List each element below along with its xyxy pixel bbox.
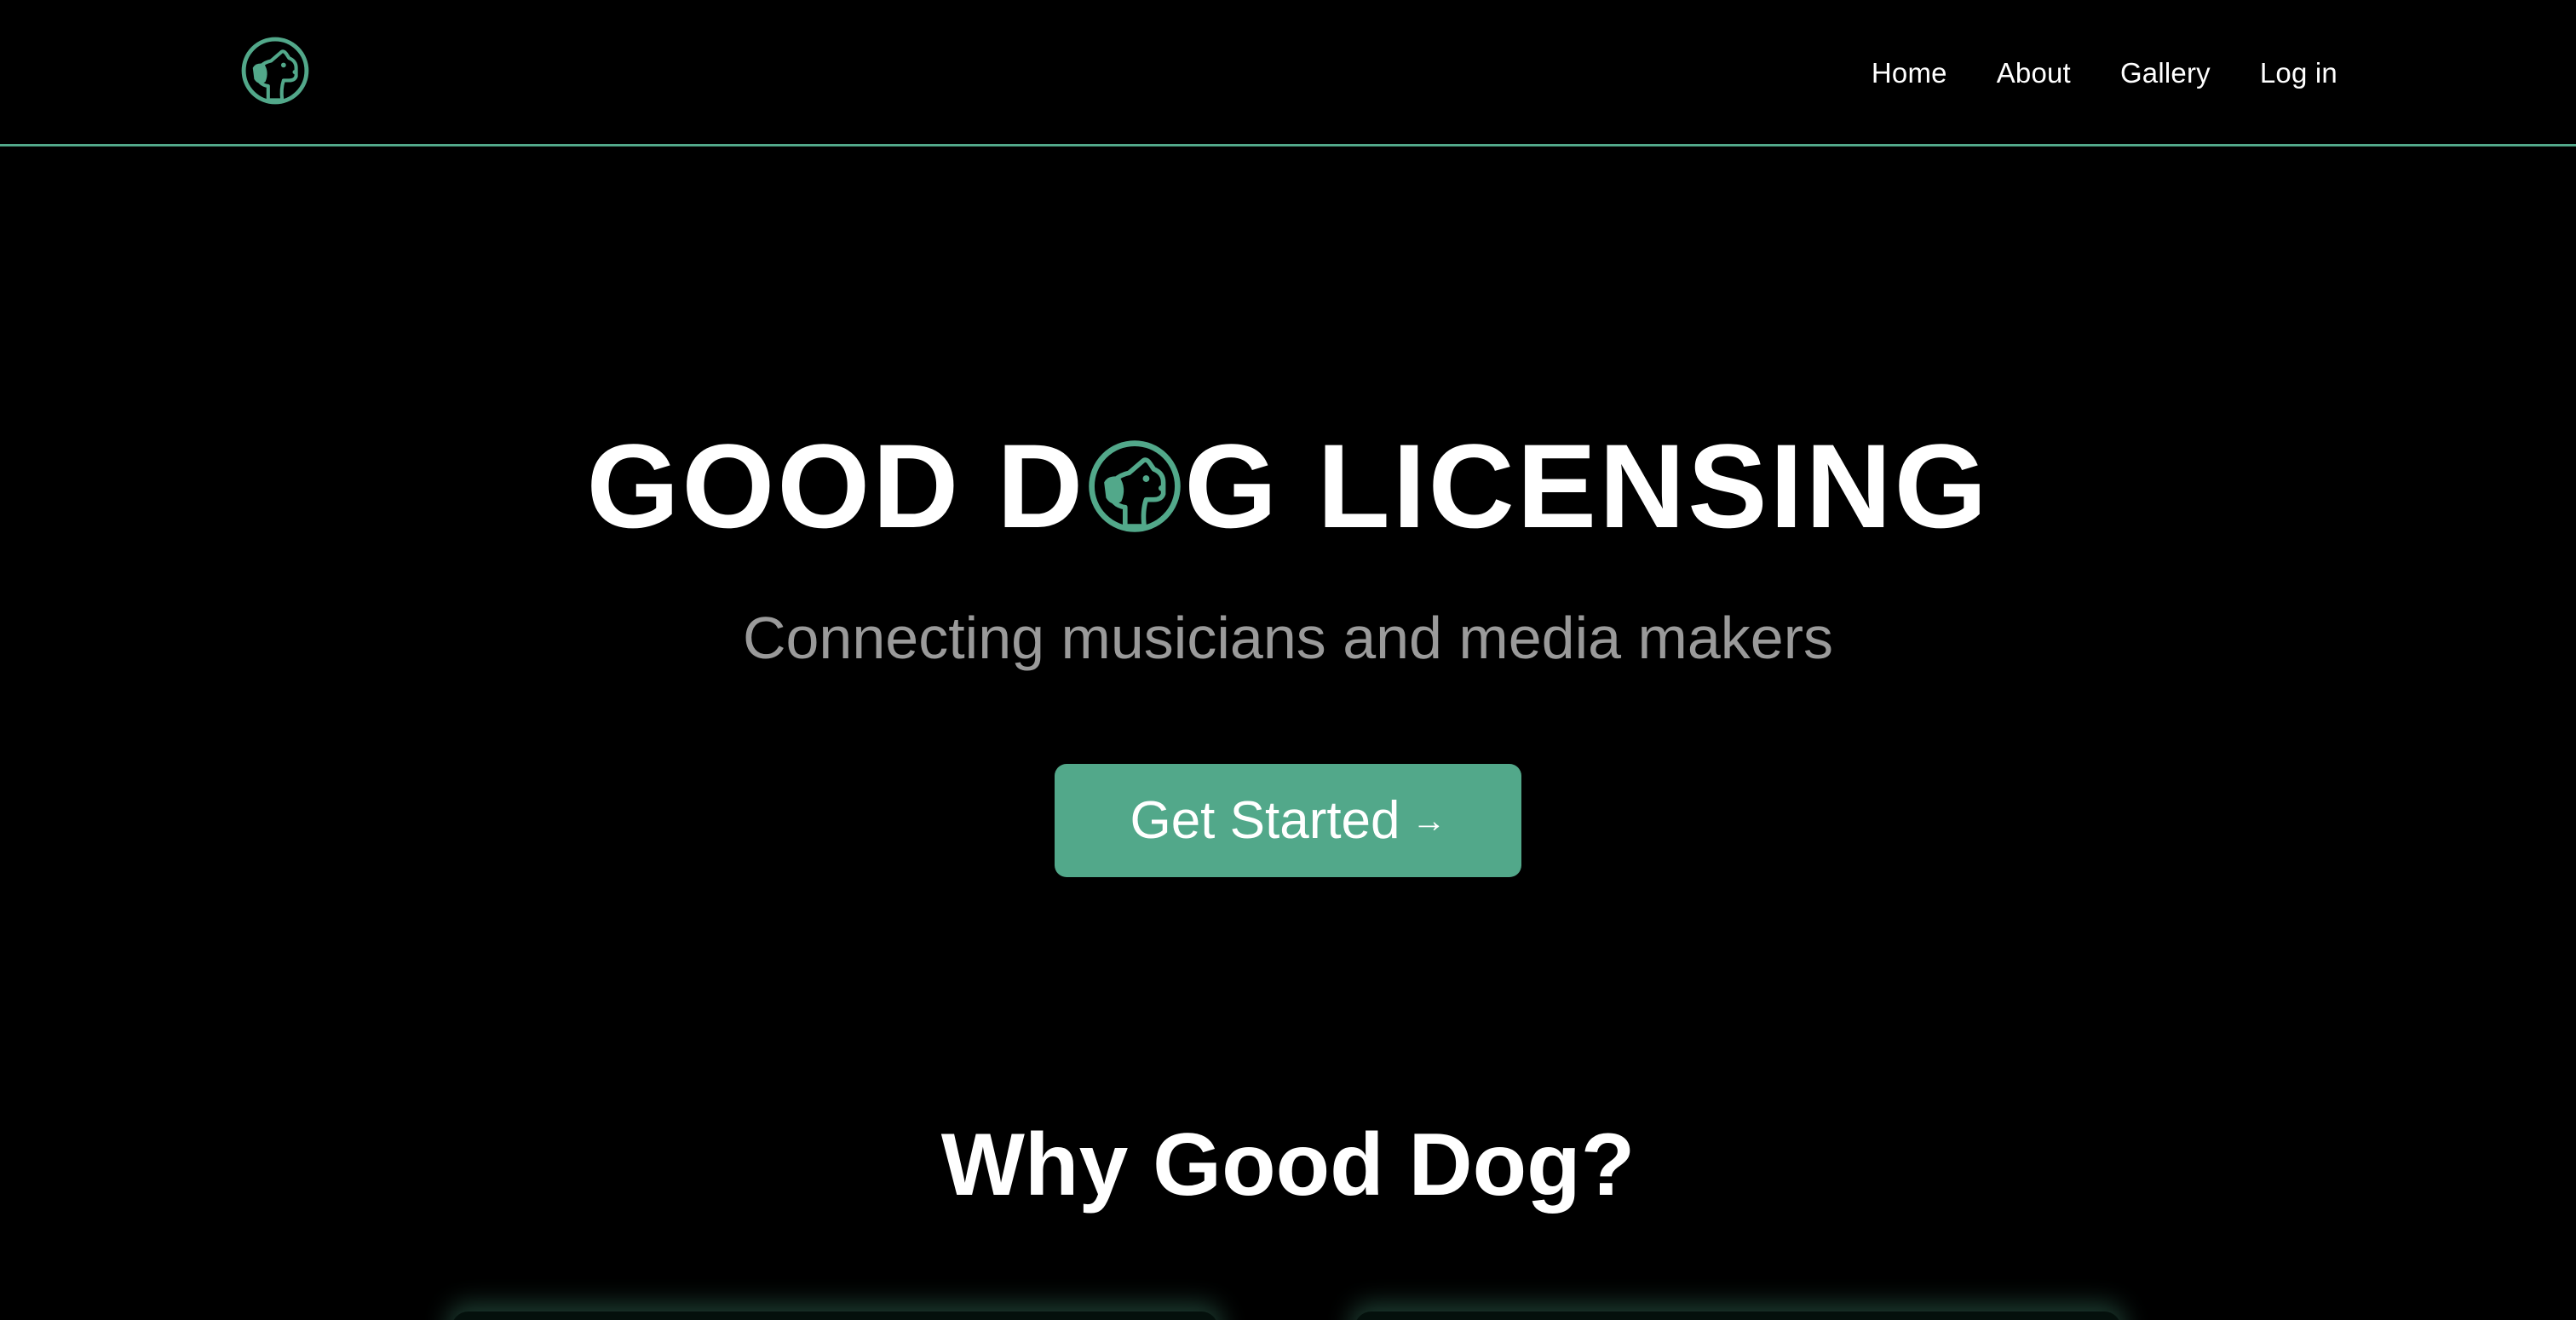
site-header: Home About Gallery Log in xyxy=(0,0,2576,146)
nav-link-login[interactable]: Log in xyxy=(2260,57,2337,89)
hero-title-part2: G xyxy=(1184,419,1280,553)
arrow-right-icon: → xyxy=(1412,801,1446,840)
hero-title-part3: LICENSING xyxy=(1317,419,1990,553)
hero-title: GOOD D G LICENSING xyxy=(0,422,2576,550)
page: Home About Gallery Log in GOOD D G LICEN… xyxy=(0,0,2576,1320)
get-started-button[interactable]: Get Started → xyxy=(1055,764,1521,877)
hero-subtitle: Connecting musicians and media makers xyxy=(742,605,1834,671)
nav-link-gallery[interactable]: Gallery xyxy=(2120,57,2211,89)
get-started-label: Get Started xyxy=(1130,791,1400,850)
section-title: Why Good Dog? xyxy=(940,1116,1636,1214)
dog-logo-icon xyxy=(1089,440,1182,532)
hero-title-part1: GOOD D xyxy=(586,419,1086,553)
nav-link-about[interactable]: About xyxy=(1997,57,2071,89)
dog-logo-icon[interactable] xyxy=(240,36,310,106)
feature-card xyxy=(451,1311,1218,1320)
nav-link-home[interactable]: Home xyxy=(1872,57,1947,89)
feature-card xyxy=(1354,1311,2121,1320)
main-nav: Home About Gallery Log in xyxy=(1872,48,2337,99)
